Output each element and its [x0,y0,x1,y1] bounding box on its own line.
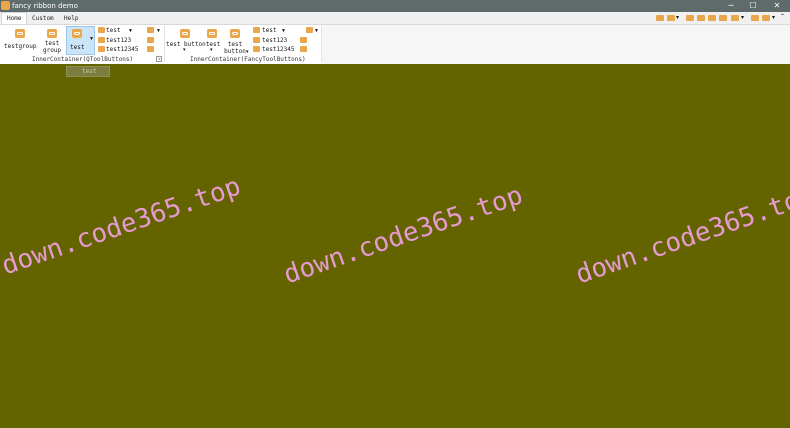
collapse-ribbon-icon[interactable]: ⌃ [780,13,785,20]
small-tool-icon[interactable] [306,27,313,33]
testgroup-icon [15,29,25,38]
quick-access-icon-4[interactable] [697,15,705,21]
list-item-test[interactable]: test [262,27,276,34]
chevron-down-icon[interactable]: ▼ [128,28,133,34]
chevron-down-icon[interactable]: ▼ [281,28,286,34]
chevron-down-icon[interactable]: ▾ [676,14,679,21]
tab-home[interactable]: Home [1,12,28,24]
test-tool-button[interactable]: test [204,41,222,48]
close-button[interactable]: ✕ [766,0,788,12]
test-icon [207,29,217,38]
list-item-icon [98,46,105,52]
maximize-button[interactable]: ☐ [742,0,764,12]
test-dropdown-icon [72,29,82,38]
list-item-test12345[interactable]: test12345 [262,46,295,53]
list-item-test123[interactable]: test123 [262,37,287,44]
quick-access-icon-9[interactable] [762,15,770,21]
test-group-label-2[interactable]: group [40,47,64,54]
chevron-down-icon[interactable]: ▾ [183,47,186,53]
quick-access-icon-7[interactable] [731,15,739,21]
group-title: InnerContainer(FancyToolButtons) [190,56,306,63]
small-tool-icon[interactable] [147,37,154,43]
chevron-down-icon[interactable]: ▾ [246,49,249,55]
group-separator [321,26,322,62]
title-bar [0,0,790,12]
watermark-text: down.code365.top [572,180,790,291]
group-title: InnerContainer(QToolButtons) [32,56,134,63]
testgroup-button[interactable]: testgroup [4,43,37,50]
list-item-test123[interactable]: test123 [106,37,131,44]
small-tool-icon[interactable] [147,46,154,52]
list-item-icon [98,37,105,43]
chevron-down-icon[interactable]: ▾ [210,47,213,53]
small-tool-icon[interactable] [147,27,154,33]
watermark-text: down.code365.top [0,171,245,282]
test-group-icon [47,29,57,38]
test-button2-label-1[interactable]: test [224,41,246,48]
test-button2-label-2[interactable]: button [222,48,248,55]
small-tool-icon[interactable] [300,37,307,43]
watermark-text: down.code365.top [280,180,527,291]
quick-access-icon-2[interactable] [667,15,675,21]
test-button2-icon [230,29,240,38]
app-icon [1,1,10,10]
list-item-test[interactable]: test [106,27,120,34]
quick-access-icon-8[interactable] [751,15,759,21]
quick-access-icon-3[interactable] [686,15,694,21]
list-item-icon [253,46,260,52]
window-title: fancy ribbon demo [12,2,78,10]
chevron-down-icon[interactable]: ▼ [89,36,94,42]
chevron-down-icon[interactable]: ▾ [772,14,775,21]
minimize-button[interactable]: ─ [720,0,742,12]
quick-access-icon-6[interactable] [719,15,727,21]
quick-access-icon-5[interactable] [708,15,716,21]
group-separator [164,26,165,62]
group-launcher-icon[interactable]: ↘ [156,56,162,62]
quick-access-icon-1[interactable] [656,15,664,21]
chevron-down-icon[interactable]: ▾ [741,14,744,21]
test-group-label-1[interactable]: test [40,40,64,47]
chevron-down-icon[interactable]: ▼ [314,28,319,34]
test-dropdown-label: test [70,44,85,51]
dropdown-menu-item[interactable]: test [82,68,96,75]
ribbon-empty-area [322,24,790,64]
list-item-icon [253,37,260,43]
list-item-test12345[interactable]: test12345 [106,46,139,53]
small-tool-icon[interactable] [300,46,307,52]
chevron-down-icon[interactable]: ▼ [156,28,161,34]
tab-custom[interactable]: Custom [27,13,59,24]
tab-help[interactable]: Help [59,13,83,24]
test-button-icon [180,29,190,38]
list-item-icon [98,27,105,33]
list-item-icon [253,27,260,33]
